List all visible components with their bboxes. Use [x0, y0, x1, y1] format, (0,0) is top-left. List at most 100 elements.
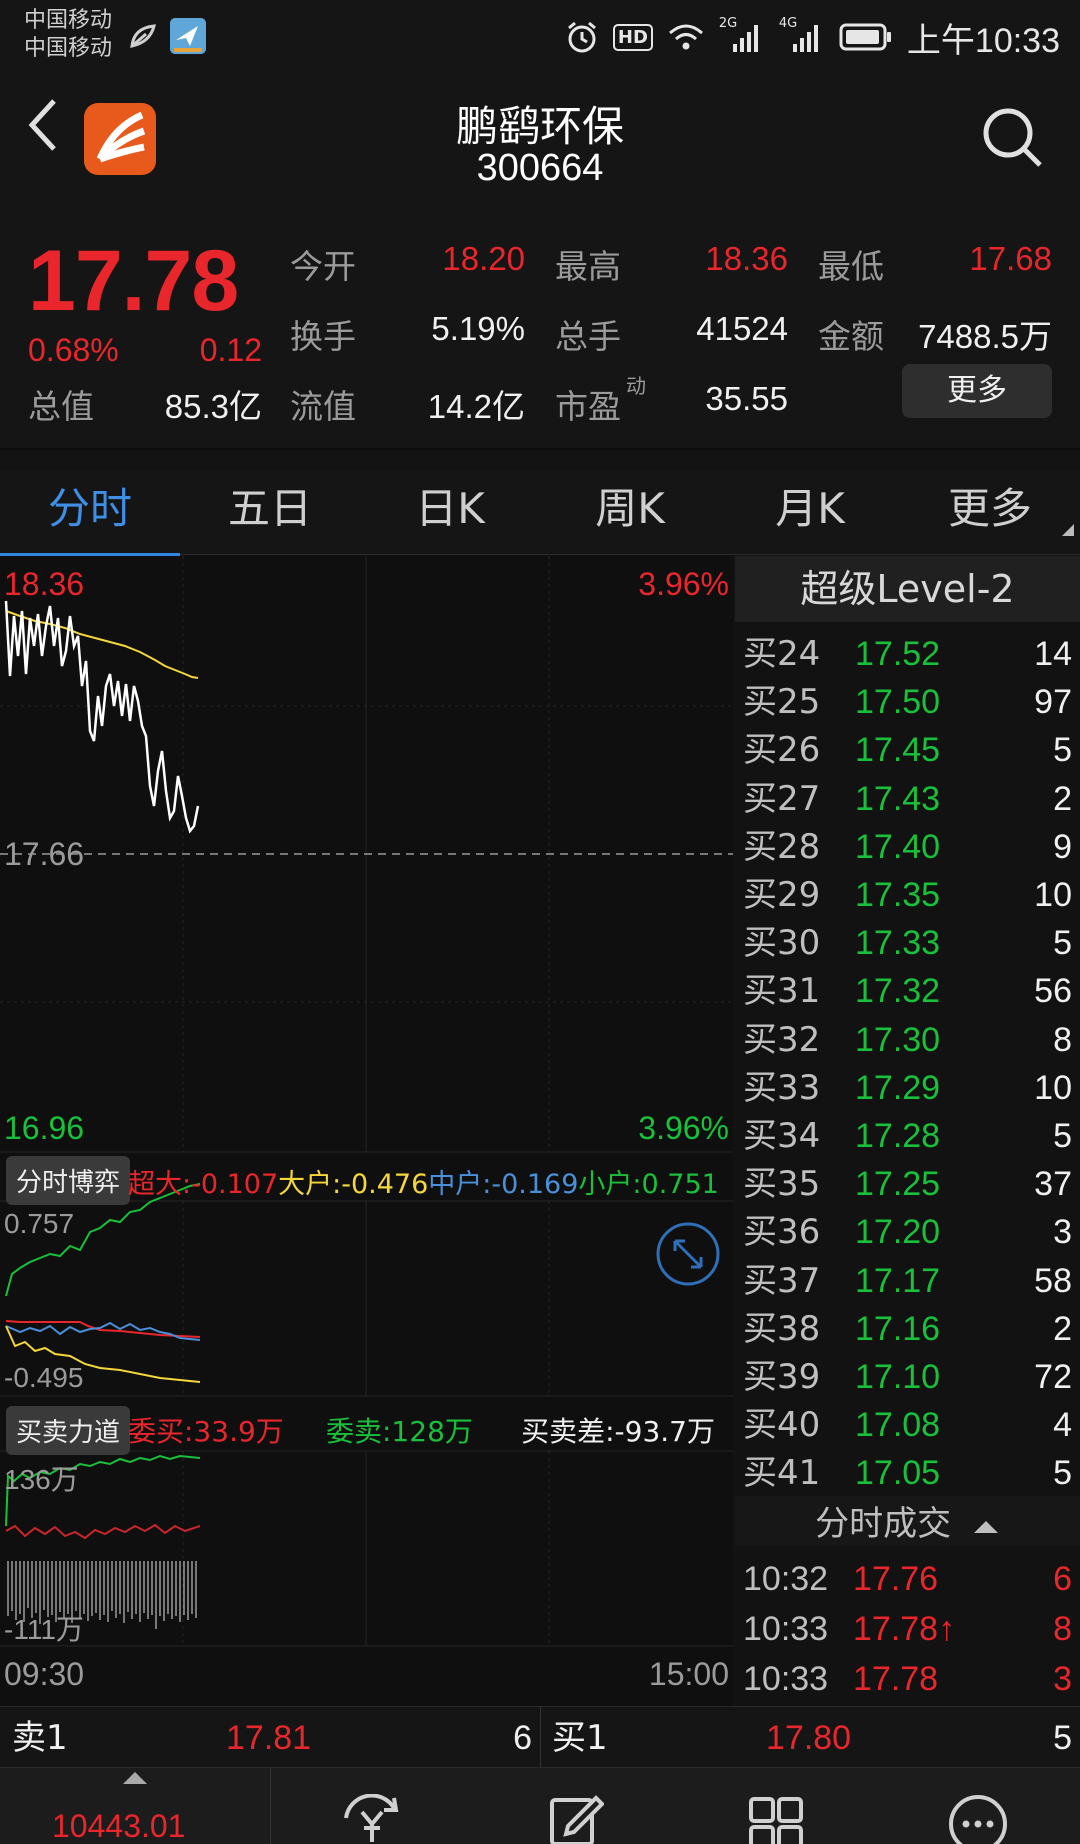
high-label: 最高	[555, 247, 621, 286]
trade-price: 17.78	[853, 1660, 939, 1698]
change-amount: 0.12	[199, 332, 262, 368]
bid-price: 17.52	[855, 635, 941, 673]
bottom-nav: 10443.01	[0, 1768, 1080, 1844]
bid-price: 17.35	[855, 876, 941, 914]
bid-row: 买28 17.40 9	[735, 823, 1080, 871]
bid-price: 17.32	[855, 972, 941, 1011]
bid-level: 买39	[743, 1357, 821, 1397]
bid-row: 买30 17.33 5	[735, 919, 1080, 967]
bid-volume: 37	[1034, 1165, 1072, 1204]
bid-level: 买31	[743, 971, 821, 1012]
ask-total: 委卖:128万	[326, 1415, 473, 1448]
trade-row: 10:33 17.78↑ 8	[735, 1604, 1080, 1654]
bid-volume: 5	[1053, 731, 1072, 770]
medium-investor-line	[5, 1321, 201, 1341]
bid-price: 17.20	[855, 1213, 941, 1252]
stock-name: 鹏鹞环保	[455, 102, 624, 151]
caret-up-icon	[123, 1772, 147, 1784]
tab-more-label: 更多	[947, 484, 1032, 533]
bid-level: 买34	[743, 1116, 821, 1156]
chart-top-price: 18.36	[4, 566, 85, 602]
bid-volume: 72	[1034, 1358, 1072, 1396]
volume-value: 41524	[696, 310, 788, 347]
bid-row: 买34 17.28 5	[735, 1112, 1080, 1160]
intraday-chart[interactable]: 18.36 3.96% 17.66 16.96 3.96% 分时博弈 超大:-0…	[0, 556, 733, 1706]
bid-price: 17.08	[855, 1406, 941, 1445]
ask-volume-line	[5, 1523, 201, 1540]
trades-header[interactable]: 分时成交	[735, 1496, 1080, 1546]
super-large-value: 超大:-0.107	[128, 1169, 279, 1200]
bid-price: 17.25	[855, 1165, 941, 1204]
bid-volume: 8	[1053, 1020, 1072, 1059]
sell1-price: 17.81	[226, 1719, 312, 1757]
carrier-2: 中国移动	[24, 36, 113, 61]
bid-price: 17.40	[855, 827, 941, 866]
bid-level: 买32	[743, 1019, 821, 1060]
bid-volume: 10	[1034, 1068, 1072, 1107]
more-options-icon[interactable]	[948, 1794, 1008, 1844]
bid-ask-bar[interactable]: 卖1 17.81 6 买1 17.80 5	[0, 1706, 1080, 1769]
grid-menu-icon[interactable]	[748, 1796, 804, 1844]
tab-five-day[interactable]: 五日	[180, 470, 360, 554]
bid-row: 买24 17.52 14	[735, 630, 1080, 678]
trade-yuan-icon[interactable]	[338, 1794, 408, 1844]
bid-row: 买38 17.16 2	[735, 1305, 1080, 1353]
edit-note-icon[interactable]	[548, 1792, 604, 1844]
level2-title[interactable]: 超级Level-2	[735, 556, 1080, 622]
battery-icon	[839, 23, 891, 51]
bid-level: 买40	[743, 1405, 821, 1446]
expand-icon[interactable]	[655, 1221, 721, 1287]
quote-panel: 17.78 0.68% 0.12 今开 18.20 最高 18.36 最低 17…	[0, 210, 1080, 450]
game-button[interactable]: 分时博弈	[6, 1156, 131, 1205]
game-legend: 超大:-0.107大户:-0.476中户:-0.169小户:0.751	[128, 1162, 719, 1201]
stock-header: 鹏鹞环保 300664	[0, 75, 1080, 210]
divider	[540, 1707, 541, 1769]
more-button[interactable]: 更多	[902, 364, 1052, 418]
trade-time: 10:33	[743, 1660, 829, 1698]
tab-weekly-k[interactable]: 周K	[540, 470, 720, 554]
low-value: 17.68	[969, 240, 1052, 277]
index-ticker[interactable]: 10443.01	[0, 1768, 270, 1844]
trade-row: 10:33 17.78 3	[735, 1654, 1080, 1704]
trade-price: 17.76	[853, 1560, 939, 1598]
bid-volume: 5	[1053, 924, 1072, 963]
chart-mid-price: 17.66	[4, 836, 85, 872]
buy1-volume: 5	[1053, 1719, 1072, 1757]
bid-volume: 5	[1053, 1117, 1072, 1155]
alarm-icon	[567, 21, 596, 53]
bid-price: 17.33	[855, 924, 941, 963]
bid-volume: 58	[1034, 1261, 1072, 1300]
app-notification-icon	[170, 18, 206, 54]
tab-monthly-k[interactable]: 月K	[720, 470, 900, 554]
bid-level: 买29	[743, 875, 821, 915]
large-value: 大户:-0.476	[278, 1169, 429, 1200]
bid-level: 买30	[743, 923, 821, 964]
bid-total: 委买:33.9万	[128, 1415, 284, 1448]
trade-volume: 8	[1053, 1610, 1072, 1648]
time-end: 15:00	[648, 1656, 729, 1692]
sell1-label: 卖1	[12, 1718, 68, 1758]
stock-code: 300664	[476, 147, 604, 189]
bid-price: 17.10	[855, 1358, 941, 1396]
bid-level: 买35	[743, 1164, 821, 1205]
current-price: 17.78	[28, 233, 239, 329]
tab-daily-k[interactable]: 日K	[360, 470, 540, 554]
search-icon[interactable]	[980, 105, 1044, 169]
divider	[270, 1768, 271, 1844]
market-cap-value: 85.3亿	[164, 388, 262, 425]
tab-intraday[interactable]: 分时	[0, 470, 180, 559]
chart-top-percent: 3.96%	[638, 566, 729, 602]
bid-volume: 2	[1053, 1309, 1072, 1348]
turnover-value: 5.19%	[431, 310, 525, 347]
float-cap-value: 14.2亿	[427, 388, 525, 425]
buy1-label: 买1	[552, 1718, 608, 1758]
leaf-notification-icon	[130, 24, 156, 48]
force-button[interactable]: 买卖力道	[6, 1406, 131, 1455]
bid-level: 买33	[743, 1067, 821, 1108]
bid-row: 买25 17.50 97	[735, 678, 1080, 726]
bid-row: 买33 17.29 10	[735, 1064, 1080, 1112]
bid-volume: 10	[1034, 876, 1072, 914]
time-start: 09:30	[4, 1656, 85, 1692]
bid-level: 买24	[743, 634, 821, 674]
tab-more[interactable]: 更多	[900, 470, 1080, 554]
